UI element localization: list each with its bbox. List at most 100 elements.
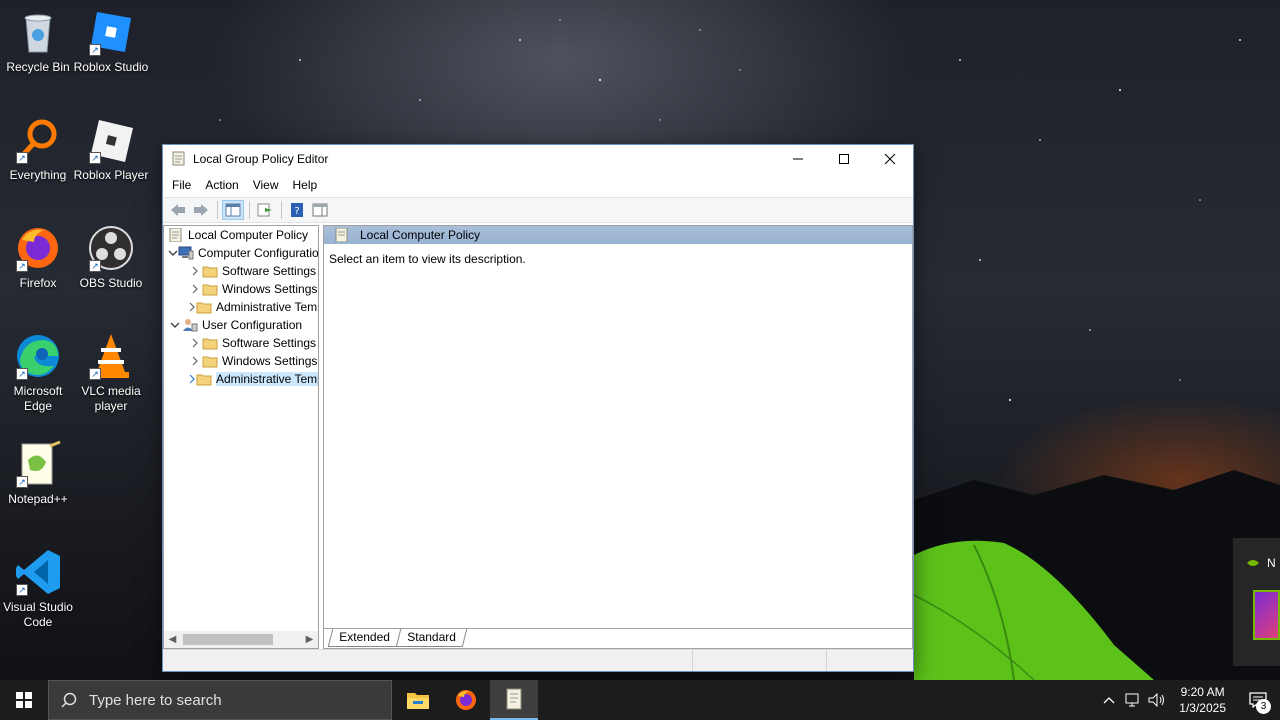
- tree-item-local-computer-policy[interactable]: Local Computer Policy: [164, 226, 318, 244]
- collapse-chevron-icon[interactable]: [168, 249, 178, 257]
- shortcut-arrow-icon: ↗: [89, 368, 101, 380]
- desktop-icon-label: Microsoft Edge: [13, 384, 63, 413]
- expand-chevron-icon[interactable]: [188, 356, 202, 366]
- desktop-icon-label: Recycle Bin: [6, 60, 70, 74]
- toolbar-separator: [281, 201, 282, 219]
- menu-file[interactable]: File: [165, 178, 198, 192]
- scroll-right-arrow-icon[interactable]: ▶: [301, 634, 318, 645]
- desktop-icon-roblox-studio[interactable]: ↗ Roblox Studio: [73, 8, 149, 75]
- shortcut-arrow-icon: ↗: [16, 152, 28, 164]
- show-action-pane-button[interactable]: [309, 200, 331, 220]
- back-button[interactable]: [167, 200, 189, 220]
- tree-item-computer-configuration[interactable]: Computer Configuration: [164, 244, 318, 262]
- maximize-icon: [839, 154, 849, 164]
- desktop-icon-everything[interactable]: ↗ Everything: [0, 116, 76, 183]
- expand-chevron-icon[interactable]: [188, 284, 202, 294]
- firefox-icon: ↗: [14, 224, 62, 272]
- menu-help[interactable]: Help: [286, 178, 325, 192]
- action-pane-icon: [312, 203, 328, 217]
- notification-count-badge: 3: [1256, 699, 1271, 714]
- menu-view[interactable]: View: [246, 178, 286, 192]
- desktop-icon-firefox[interactable]: ↗ Firefox: [0, 224, 76, 291]
- tree-item-windows-settings[interactable]: Windows Settings: [164, 352, 318, 370]
- search-icon: [61, 692, 77, 708]
- menu-action[interactable]: Action: [198, 178, 245, 192]
- vlc-icon: ↗: [87, 332, 135, 380]
- details-header-title: Local Computer Policy: [360, 228, 481, 242]
- clock[interactable]: 9:20 AM 1/3/2025: [1169, 684, 1236, 716]
- nvidia-icon: [1247, 560, 1259, 566]
- tab-extended[interactable]: Extended: [327, 629, 401, 647]
- toolbar-separator: [249, 201, 250, 219]
- chevron-up-icon: [1103, 697, 1115, 704]
- desktop-icon-edge[interactable]: ↗ Microsoft Edge: [0, 332, 76, 414]
- action-center-button[interactable]: 3: [1236, 692, 1280, 714]
- desktop-icon-notepadpp[interactable]: ↗ Notepad++: [0, 440, 76, 507]
- details-pane[interactable]: Local Computer Policy Select an item to …: [323, 225, 913, 649]
- show-hidden-icons-button[interactable]: [1097, 696, 1121, 704]
- roblox-player-icon: ↗: [87, 116, 135, 164]
- status-segment: [163, 650, 693, 671]
- back-arrow-icon: [171, 204, 185, 216]
- desktop-icon-label: Roblox Studio: [73, 60, 149, 74]
- desktop-icon-vscode[interactable]: ↗ Visual Studio Code: [0, 548, 76, 630]
- tree-horizontal-scrollbar[interactable]: ◀ ▶: [164, 631, 318, 648]
- maximize-button[interactable]: [821, 145, 867, 173]
- firefox-icon: [456, 690, 476, 710]
- network-icon: [1125, 693, 1139, 707]
- scroll-left-arrow-icon[interactable]: ◀: [164, 634, 181, 645]
- desktop-icon-recycle-bin[interactable]: Recycle Bin: [0, 8, 76, 75]
- shortcut-arrow-icon: ↗: [16, 368, 28, 380]
- taskbar-firefox[interactable]: [442, 680, 490, 720]
- expand-chevron-icon[interactable]: [188, 338, 202, 348]
- desktop-icon-vlc[interactable]: ↗ VLC media player: [73, 332, 149, 414]
- collapse-chevron-icon[interactable]: [168, 321, 182, 329]
- minimize-button[interactable]: [775, 145, 821, 173]
- expand-chevron-icon[interactable]: [188, 302, 196, 312]
- close-button[interactable]: [867, 145, 913, 173]
- desktop-icon-label: VLC media player: [81, 384, 141, 413]
- clock-date: 1/3/2025: [1179, 701, 1226, 715]
- export-list-button[interactable]: [254, 200, 276, 220]
- tree-item-software-settings[interactable]: Software Settings: [164, 262, 318, 280]
- everything-search-icon: ↗: [14, 116, 62, 164]
- content-panes: Local Computer Policy Computer Configura…: [163, 225, 913, 649]
- windows-logo-icon: [16, 692, 32, 708]
- start-button[interactable]: [0, 680, 48, 720]
- tree-item-software-settings[interactable]: Software Settings: [164, 334, 318, 352]
- tree-item-label: Software Settings: [222, 264, 317, 278]
- policy-doc-icon: [335, 228, 348, 242]
- desktop-icon-obs[interactable]: ↗ OBS Studio: [73, 224, 149, 291]
- folder-icon: [202, 338, 218, 350]
- policy-doc-icon: [169, 228, 182, 242]
- console-tree-pane[interactable]: Local Computer Policy Computer Configura…: [163, 225, 319, 649]
- toast-title: N: [1267, 556, 1276, 570]
- toast-thumbnail: [1253, 590, 1280, 640]
- view-tabs: Extended Standard: [324, 628, 912, 648]
- expand-chevron-icon[interactable]: [188, 374, 196, 384]
- computer-icon: [178, 246, 194, 260]
- title-bar[interactable]: Local Group Policy Editor: [163, 145, 913, 173]
- forward-button[interactable]: [190, 200, 212, 220]
- scroll-thumb[interactable]: [183, 634, 273, 645]
- tree-item-label: Software Settings: [222, 336, 317, 350]
- tree-item-administrative-templates[interactable]: Administrative Templates: [164, 298, 318, 316]
- expand-chevron-icon[interactable]: [188, 266, 202, 276]
- tree-item-user-configuration[interactable]: User Configuration: [164, 316, 318, 334]
- tree-item-administrative-templates-selected[interactable]: Administrative Templates: [164, 370, 318, 388]
- network-button[interactable]: [1121, 693, 1145, 707]
- show-hide-tree-button[interactable]: [222, 200, 244, 220]
- desktop-icon-label: Visual Studio Code: [3, 600, 73, 629]
- taskbar-search-box[interactable]: Type here to search: [48, 680, 392, 720]
- user-icon: [183, 319, 198, 332]
- taskbar-file-explorer[interactable]: [394, 680, 442, 720]
- policy-doc-icon: [506, 688, 522, 710]
- svg-text:?: ?: [294, 206, 299, 217]
- notification-toast[interactable]: N: [1233, 538, 1280, 666]
- tree-item-windows-settings[interactable]: Windows Settings: [164, 280, 318, 298]
- desktop-icon-roblox-player[interactable]: ↗ Roblox Player: [73, 116, 149, 183]
- tab-standard[interactable]: Standard: [396, 629, 467, 647]
- help-button[interactable]: ?: [286, 200, 308, 220]
- volume-button[interactable]: [1145, 693, 1169, 707]
- taskbar-group-policy-editor[interactable]: [490, 680, 538, 720]
